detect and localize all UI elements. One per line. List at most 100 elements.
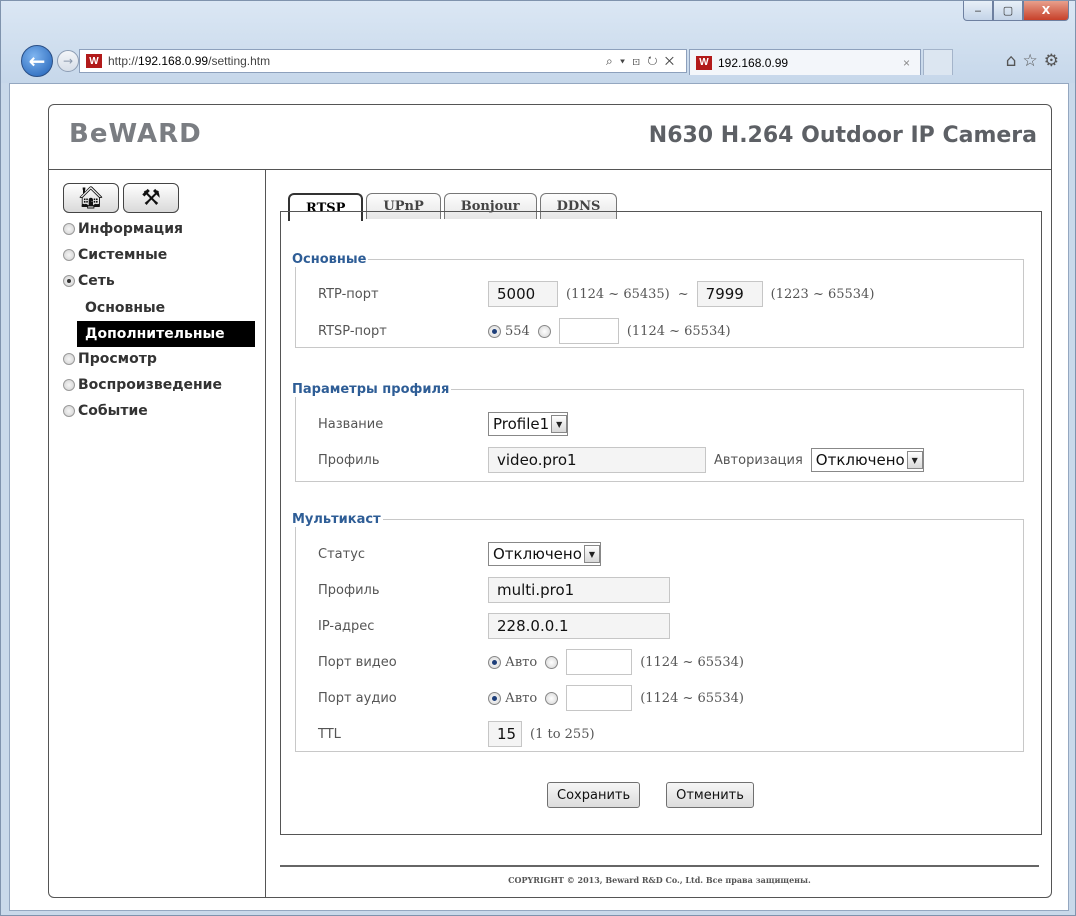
tab-close-icon[interactable]: × (903, 56, 910, 70)
sidebar-item-label: Событие (78, 403, 148, 419)
sidebar-item-label: Сеть (78, 273, 115, 289)
browser-tab[interactable]: W 192.168.0.99 × (689, 49, 921, 75)
rtp-port-from-input[interactable]: 5000 (488, 281, 558, 307)
address-tools[interactable]: ⌕ ▾ ⊡ ↻ ✕ (606, 54, 676, 69)
profile-group: Параметры профиля Название Profile1 ▼ Про… (292, 382, 1024, 482)
video-port-label: Порт видео (318, 654, 397, 670)
settings-panel: Основные RTP-порт 5000 (1124 ~ 65435) ~ … (280, 211, 1042, 835)
rtsp-port-row: RTSP-порт 554 (1124 ~ 65534) (318, 318, 731, 344)
site-favicon-icon: W (86, 54, 102, 68)
video-port-auto-label: Авто (505, 654, 538, 670)
basic-group: Основные RTP-порт 5000 (1124 ~ 65435) ~ … (292, 252, 1024, 348)
multicast-profile-label: Профиль (318, 582, 380, 598)
sidebar-subitem-basic[interactable]: Основные (63, 295, 255, 321)
settings-button[interactable]: ⚒ (123, 183, 179, 213)
audio-port-row: Порт аудио Авто (1124 ~ 65534) (318, 685, 744, 711)
back-icon[interactable]: ← (21, 45, 53, 77)
url-prefix: http:// (108, 54, 139, 68)
audio-port-auto-radio[interactable] (488, 691, 501, 705)
rtsp-custom-input[interactable] (558, 318, 619, 344)
ttl-range: (1 to 255) (530, 726, 595, 742)
forward-icon[interactable]: → (57, 50, 79, 72)
browser-tools: ⌂☆⚙ (1006, 51, 1065, 71)
sidebar-item-event[interactable]: Событие (63, 399, 255, 423)
sidebar-item-network[interactable]: Сеть (63, 269, 255, 293)
footer-divider (280, 865, 1039, 867)
multicast-group: Мультикаст Статус Отключено ▼ Профиль mul… (292, 512, 1024, 752)
profile-path-input[interactable]: video.pro1 (488, 447, 706, 473)
audio-port-auto-label: Авто (505, 690, 538, 706)
sidebar-item-label: Воспроизведение (78, 377, 222, 393)
rtsp-custom-radio[interactable] (537, 324, 551, 338)
sidebar-item-system[interactable]: Системные (63, 243, 255, 267)
rtsp-default-radio[interactable] (488, 324, 501, 338)
video-port-row: Порт видео Авто (1124 ~ 65534) (318, 649, 744, 675)
tab-favicon-icon: W (696, 55, 712, 70)
sidebar-item-info[interactable]: Информация (63, 217, 255, 241)
beward-logo: BeWARD (69, 119, 202, 149)
camera-web-ui: BeWARD N630 H.264 Outdoor IP Camera 🏠︎ ⚒… (48, 104, 1052, 898)
sidebar-item-view[interactable]: Просмотр (63, 347, 255, 371)
radio-bullet-icon (63, 223, 75, 235)
multicast-status-label: Статус (318, 546, 366, 562)
save-button[interactable]: Сохранить (547, 782, 641, 808)
ttl-input[interactable]: 15 (488, 721, 522, 747)
video-port-auto-radio[interactable] (488, 655, 501, 669)
rtsp-default-value: 554 (505, 323, 530, 339)
settings-gear-icon[interactable]: ⚙ (1044, 51, 1065, 71)
audio-port-label: Порт аудио (318, 690, 397, 706)
multicast-ip-input[interactable]: 228.0.0.1 (488, 613, 670, 639)
page-viewport: BeWARD N630 H.264 Outdoor IP Camera 🏠︎ ⚒… (9, 83, 1069, 911)
rtp-port-row: RTP-порт 5000 (1124 ~ 65435) ~ 7999 (122… (318, 281, 874, 307)
rtp-port-separator: ~ (677, 286, 689, 302)
rtp-port-label: RTP-порт (318, 286, 379, 302)
profile-name-value: Profile1 (493, 415, 550, 433)
audio-port-input[interactable] (566, 685, 633, 711)
multicast-status-select[interactable]: Отключено ▼ (488, 542, 601, 566)
sidebar-item-label: Системные (78, 247, 168, 263)
cancel-button[interactable]: Отменить (666, 782, 754, 808)
profile-legend: Параметры профиля (292, 382, 450, 397)
quick-buttons: 🏠︎ ⚒ (63, 183, 179, 213)
address-bar[interactable]: W http://192.168.0.99/setting.htm ⌕ ▾ ⊡ … (79, 49, 687, 73)
camera-title: N630 H.264 Outdoor IP Camera (648, 123, 1037, 148)
basic-legend: Основные (292, 252, 367, 267)
maximize-button[interactable]: ▢ (993, 1, 1023, 21)
sidebar-item-label: Просмотр (78, 351, 157, 367)
video-port-input[interactable] (566, 649, 633, 675)
chevron-down-icon: ▼ (906, 451, 923, 469)
radio-bullet-selected-icon (63, 275, 75, 287)
audio-port-custom-radio[interactable] (545, 691, 559, 705)
multicast-profile-row: Профиль multi.pro1 (318, 577, 670, 603)
ttl-row: TTL 15 (1 to 255) (318, 721, 595, 747)
sidebar-item-playback[interactable]: Воспроизведение (63, 373, 255, 397)
close-window-button[interactable]: X (1023, 1, 1069, 21)
ttl-label: TTL (318, 726, 341, 742)
new-tab-button[interactable] (923, 49, 953, 75)
home-icon[interactable]: ⌂ (1006, 51, 1023, 71)
multicast-ip-label: IP-адрес (318, 618, 375, 634)
form-actions: Сохранить Отменить (547, 782, 754, 808)
multicast-profile-input[interactable]: multi.pro1 (488, 577, 670, 603)
home-button[interactable]: 🏠︎ (63, 183, 119, 213)
multicast-ip-row: IP-адрес 228.0.0.1 (318, 613, 670, 639)
multicast-legend: Мультикаст (292, 512, 381, 527)
multicast-status-row: Статус Отключено ▼ (318, 541, 601, 567)
video-port-custom-radio[interactable] (545, 655, 559, 669)
rtp-port-to-input[interactable]: 7999 (696, 281, 763, 307)
video-port-range: (1124 ~ 65534) (640, 654, 744, 670)
browser-window: ‒ ▢ X ← → W http://192.168.0.99/setting.… (0, 0, 1076, 916)
sidebar-subitem-advanced[interactable]: Дополнительные (77, 321, 255, 347)
sidebar-item-label: Информация (78, 221, 183, 237)
profile-name-label: Название (318, 416, 384, 432)
rtsp-port-label: RTSP-порт (318, 323, 387, 339)
radio-bullet-icon (63, 353, 75, 365)
browser-titlebar: ‒ ▢ X ← → W http://192.168.0.99/setting.… (1, 1, 1075, 83)
profile-name-select[interactable]: Profile1 ▼ (488, 412, 569, 436)
favorites-star-icon[interactable]: ☆ (1023, 51, 1044, 71)
profile-path-row: Профиль video.pro1 Авторизация Отключено… (318, 447, 924, 473)
auth-select[interactable]: Отключено ▼ (810, 448, 924, 472)
minimize-button[interactable]: ‒ (963, 1, 993, 21)
chevron-down-icon: ▼ (551, 415, 568, 433)
url-host: 192.168.0.99 (138, 54, 209, 68)
